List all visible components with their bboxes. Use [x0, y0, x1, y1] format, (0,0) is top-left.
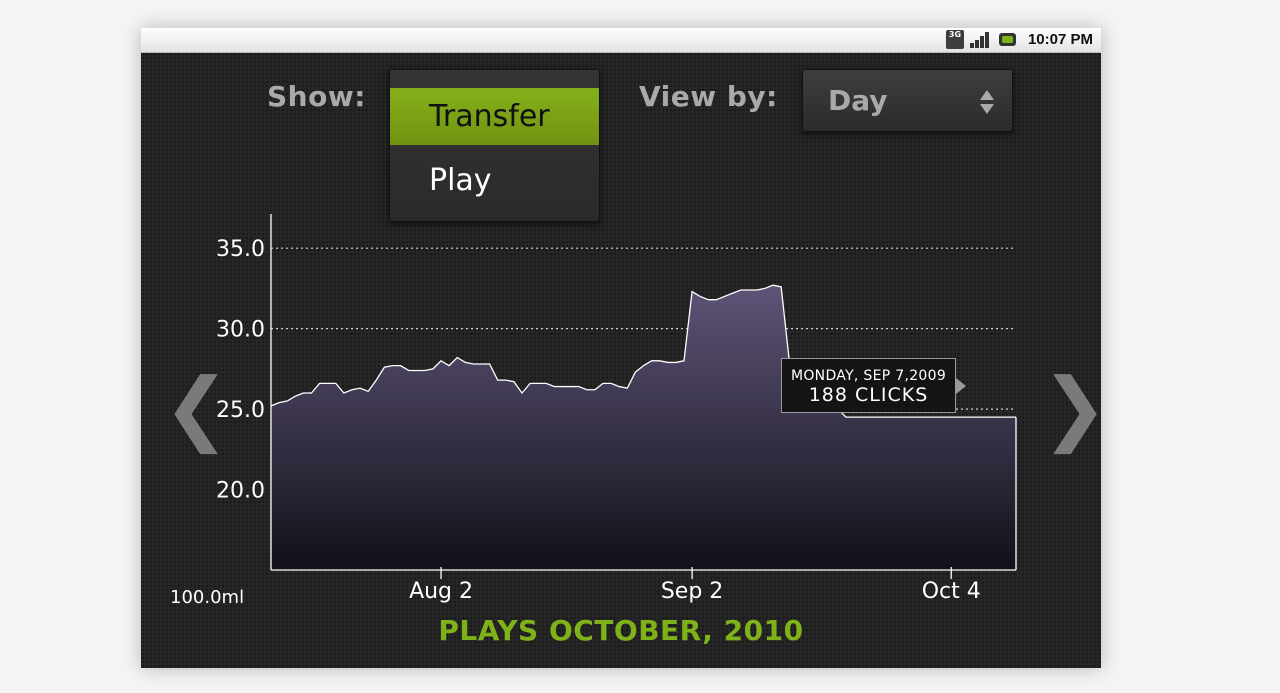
- tooltip-pointer-icon: [956, 378, 966, 394]
- data-tooltip: MONDAY, SEP 7,2009 188 CLICKS: [781, 358, 956, 413]
- plays-chart: 35.0 30.0 25.0 20.0 Aug 2 Sep 2 Oct 4: [216, 214, 1017, 604]
- y-tick-label: 35.0: [216, 237, 265, 262]
- unit-label: 100.0ml: [170, 587, 245, 608]
- tooltip-value: 188 CLICKS: [808, 384, 929, 406]
- y-tick-label: 20.0: [216, 479, 265, 504]
- tooltip-date: MONDAY, SEP 7,2009: [790, 368, 947, 384]
- x-tick-label: Aug 2: [409, 579, 473, 604]
- y-tick-label: 25.0: [216, 398, 265, 423]
- device-screen: 3G 10:07 PM Show: Transfer Play View by:…: [141, 28, 1108, 668]
- x-tick-label: Oct 4: [922, 579, 981, 604]
- chart-title: PLAYS OCTOBER, 2010: [438, 614, 804, 647]
- series-area-fill: [271, 285, 1016, 570]
- series-area-layer: [270, 284, 1016, 570]
- x-tick-labels: Aug 2 Sep 2 Oct 4: [409, 579, 981, 604]
- x-tick-label: Sep 2: [661, 579, 723, 604]
- y-tick-labels: 35.0 30.0 25.0 20.0: [216, 237, 265, 503]
- y-tick-label: 30.0: [216, 318, 265, 343]
